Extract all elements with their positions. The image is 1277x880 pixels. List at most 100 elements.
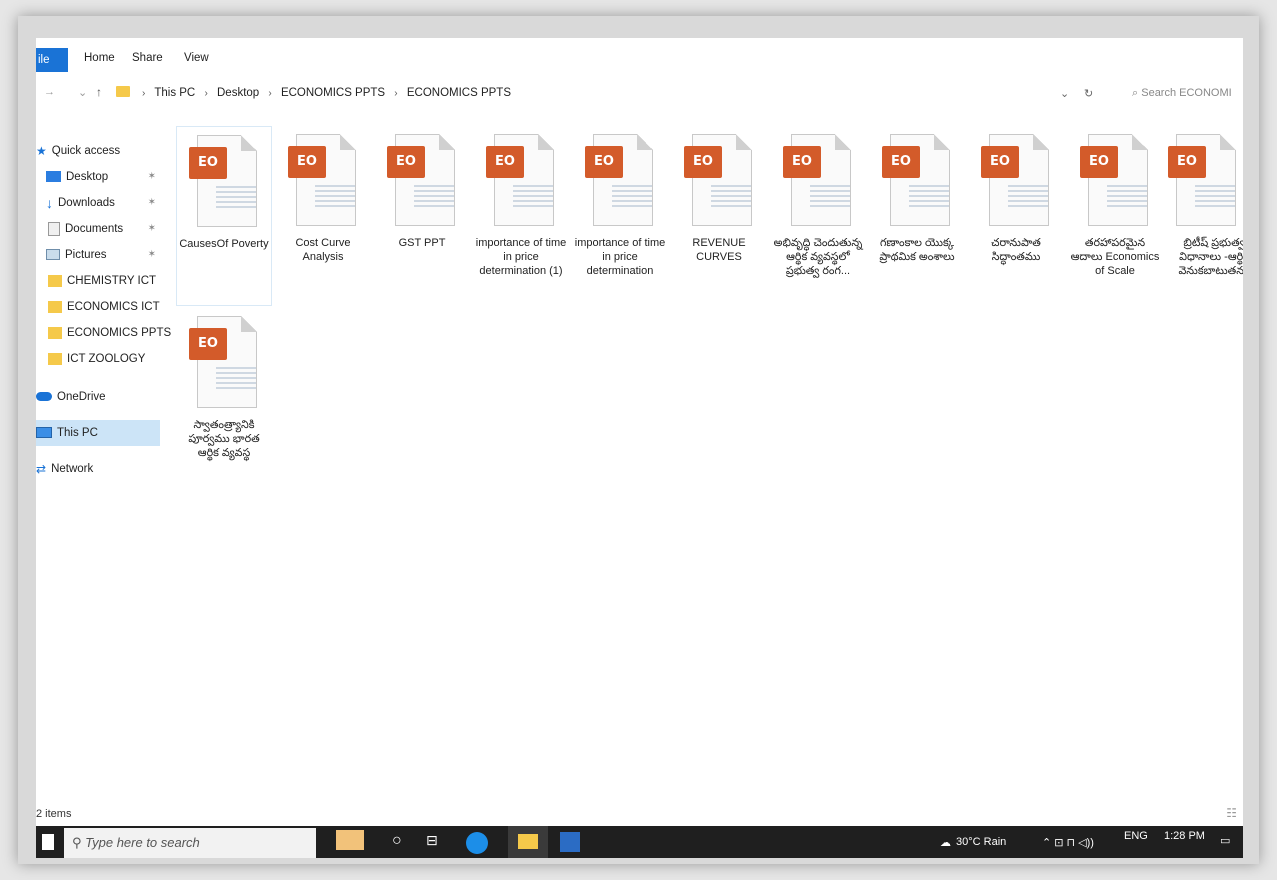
star-icon: ★ [36,144,47,158]
word-icon[interactable] [560,832,580,852]
up-arrow-icon[interactable]: ↑ [96,85,102,99]
status-item-count: 2 items [36,808,72,820]
ribbon: ile Home Share View [36,38,1243,74]
address-bar: → ⌄ ↑ › This PC › Desktop › ECONOMICS PP… [36,78,1243,108]
pin-icon: ✶ [147,223,156,234]
tab-view[interactable]: View [184,52,209,64]
cortana-icon[interactable]: ○ [392,832,414,852]
taskbar: ⚲ Type here to search ○ ⊟ ☁ 30°C Rain ⌃ … [36,826,1243,858]
details-view-icon[interactable]: ☷ [1226,806,1237,820]
taskbar-search-input[interactable]: ⚲ Type here to search [64,828,316,858]
file-item[interactable]: EO CausesOf Poverty [176,126,272,306]
file-item[interactable]: EO importance of time in price determina… [473,126,569,306]
weather-text[interactable]: 30°C Rain [956,836,1006,848]
file-name: GST PPT [398,237,446,249]
sidebar-item-this-pc[interactable]: This PC [36,420,160,446]
file-name: అభివృద్ధి చెందుతున్న ఆర్థిక వ్యవస్థలో ప్… [773,237,863,277]
clock-time[interactable]: 1:28 PM [1164,830,1205,842]
edge-icon[interactable] [466,832,488,854]
crumb-this-pc[interactable]: This PC [154,87,195,99]
search-icon: ⌕ [1132,87,1139,99]
powerpoint-file-icon: EO [882,134,952,228]
refresh-icon[interactable]: ↻ [1084,87,1093,100]
file-name: importance of time in price determinatio… [475,237,567,277]
powerpoint-file-icon: EO [189,135,259,229]
sidebar-item-economics-ict[interactable]: ECONOMICS ICT [36,294,160,320]
crumb-desktop[interactable]: Desktop [217,87,259,99]
folder-icon [48,300,62,313]
onedrive-icon [36,392,52,402]
address-dropdown-icon[interactable]: ⌄ [1060,87,1069,100]
file-item[interactable]: EO REVENUE CURVES [671,126,767,306]
folder-icon [48,326,62,339]
file-item[interactable]: EO స్వాతంత్ర్యానికి పూర్వము భారత ఆర్థిక … [176,308,272,488]
file-item[interactable]: EO బ్రిటీష్ ప్రభుత్వ విధానాలు -ఆర్థిక వె… [1166,126,1243,306]
sidebar-item-desktop[interactable]: Desktop ✶ [36,164,160,190]
file-name: స్వాతంత్ర్యానికి పూర్వము భారత ఆర్థిక వ్య… [188,419,260,459]
task-view-icon[interactable]: ⊟ [426,832,448,852]
weather-icon: ☁ [940,837,951,849]
file-name: CausesOf Poverty [179,238,269,250]
file-item[interactable]: EO అభివృద్ధి చెందుతున్న ఆర్థిక వ్యవస్థలో… [770,126,866,306]
language-indicator[interactable]: ENG [1124,830,1148,842]
folder-icon [48,274,62,287]
powerpoint-file-icon: EO [387,134,457,228]
file-list: EO CausesOf Poverty EO Cost Curve Analys… [176,126,1243,826]
crumb-economics-ppts[interactable]: ECONOMICS PPTS [281,87,385,99]
file-item[interactable]: EO తరహాపరమైన ఆదాలు Economics of Scale [1067,126,1163,306]
search-icon: ⚲ [72,835,86,850]
documents-icon [48,221,60,236]
file-name: importance of time in price determinatio… [574,237,666,277]
sidebar-item-documents[interactable]: Documents ✶ [36,216,160,242]
powerpoint-file-icon: EO [1168,134,1238,228]
pin-icon: ✶ [147,171,156,182]
file-name: గణాంకాల యొక్క ప్రాథమిక అంశాలు [879,237,955,263]
notification-icon[interactable]: ▭ [1220,834,1230,847]
pictures-icon [46,249,60,261]
file-item[interactable]: EO Cost Curve Analysis [275,126,371,306]
sidebar-item-onedrive[interactable]: OneDrive [36,384,160,410]
powerpoint-file-icon: EO [288,134,358,228]
powerpoint-file-icon: EO [585,134,655,228]
sidebar-item-chemistry-ict[interactable]: CHEMISTRY ICT [36,268,160,294]
powerpoint-file-icon: EO [981,134,1051,228]
file-item[interactable]: EO importance of time in price determina… [572,126,668,306]
powerpoint-file-icon: EO [684,134,754,228]
folder-icon [116,86,130,98]
file-name: Cost Curve Analysis [295,237,351,263]
file-item[interactable]: EO GST PPT [374,126,470,306]
download-icon: ↓ [46,195,53,211]
system-tray-icons[interactable]: ⌃ ⊡ ⊓ ◁)) [1042,836,1094,849]
sidebar-item-economics-ppts[interactable]: ECONOMICS PPTS [36,320,171,346]
start-icon[interactable] [42,834,54,850]
tab-share[interactable]: Share [132,52,163,64]
sidebar-item-network[interactable]: ⇄ Network [36,456,160,482]
pin-icon: ✶ [147,249,156,260]
desktop-icon [46,171,61,183]
crumb-economics-ppts-current[interactable]: ECONOMICS PPTS [407,87,511,99]
powerpoint-file-icon: EO [783,134,853,228]
tab-file[interactable]: ile [36,48,68,72]
powerpoint-file-icon: EO [486,134,556,228]
this-pc-icon [36,427,52,439]
sidebar-item-ict-zoology[interactable]: ICT ZOOLOGY [36,346,160,372]
file-explorer-taskbar-icon[interactable] [508,826,548,858]
powerpoint-file-icon: EO [189,316,259,410]
back-arrow-icon[interactable]: → [44,86,55,98]
file-explorer-window: ile Home Share View → ⌄ ↑ › This PC › De… [36,38,1243,858]
file-item[interactable]: EO గణాంకాల యొక్క ప్రాథమిక అంశాలు [869,126,965,306]
recent-dropdown-icon[interactable]: ⌄ [78,86,87,99]
file-name: చరానుపాత సిద్ధాంతము [991,237,1041,263]
sidebar-item-quick-access[interactable]: ★ Quick access [36,138,160,164]
search-highlight-icon [336,830,364,850]
folder-icon [48,352,62,365]
breadcrumb[interactable]: › This PC › Desktop › ECONOMICS PPTS › E… [136,87,511,99]
tab-home[interactable]: Home [84,52,115,64]
sidebar-item-pictures[interactable]: Pictures ✶ [36,242,160,268]
network-icon: ⇄ [36,462,47,476]
sidebar-item-downloads[interactable]: ↓ Downloads ✶ [36,190,160,216]
file-name: REVENUE CURVES [692,237,746,263]
search-input[interactable]: ⌕ Search ECONOMI [1132,87,1243,100]
powerpoint-file-icon: EO [1080,134,1150,228]
file-item[interactable]: EO చరానుపాత సిద్ధాంతము [968,126,1064,306]
